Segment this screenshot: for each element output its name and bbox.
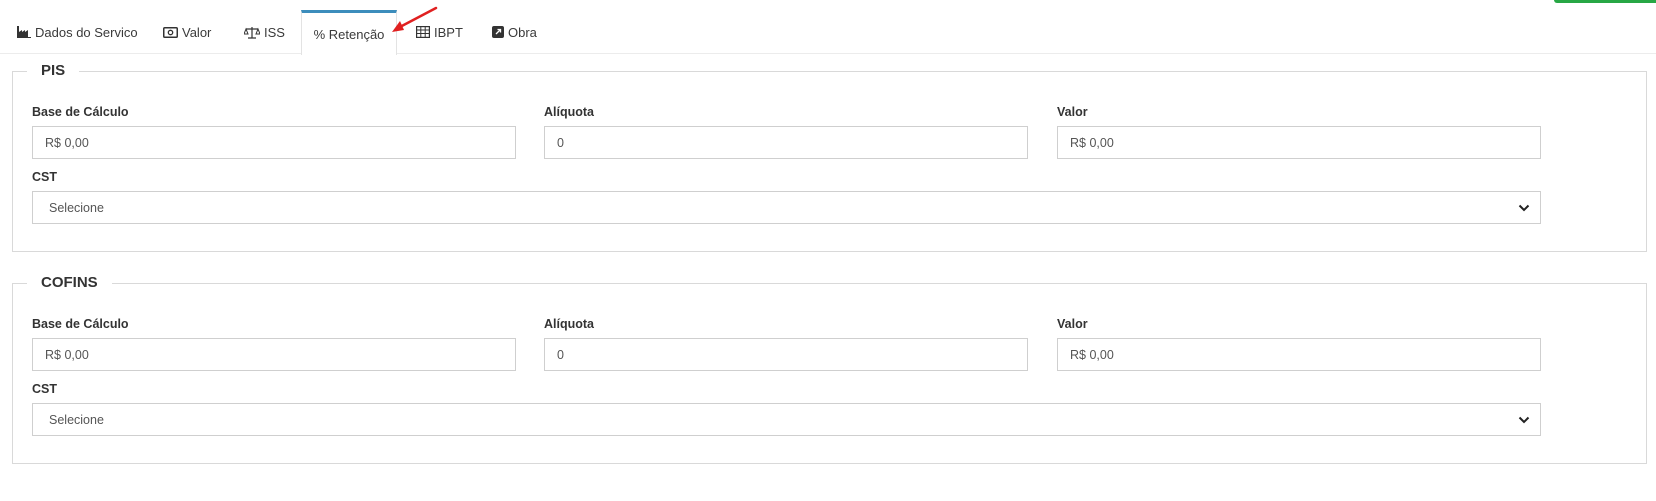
pis-cst-selected: Selecione — [49, 200, 104, 215]
scale-icon — [244, 26, 260, 39]
pis-base-input[interactable] — [32, 126, 516, 159]
external-link-icon — [492, 26, 504, 38]
pis-cst-label: CST — [32, 170, 57, 184]
cofins-legend: COFINS — [27, 273, 112, 293]
cofins-base-input[interactable] — [32, 338, 516, 371]
tab-ibpt[interactable]: IBPT — [416, 10, 463, 54]
pis-legend: PIS — [27, 61, 80, 81]
pis-valor-input[interactable] — [1057, 126, 1541, 159]
tab-dados-do-servico[interactable]: Dados do Servico — [17, 10, 138, 54]
pis-cst-select[interactable]: Selecione — [32, 191, 1541, 224]
cofins-valor-input[interactable] — [1057, 338, 1541, 371]
chevron-down-icon — [1518, 416, 1530, 424]
tab-label: ISS — [264, 24, 285, 40]
tab-retencao[interactable]: % Retenção — [301, 10, 397, 55]
pis-fieldset: PIS Base de Cálculo Alíquota Valor CST S… — [12, 61, 1647, 252]
tab-label: % Retenção — [313, 26, 385, 42]
cofins-aliquota-label: Alíquota — [544, 317, 594, 331]
pis-aliquota-label: Alíquota — [544, 105, 594, 119]
cofins-valor-label: Valor — [1057, 317, 1088, 331]
factory-icon — [17, 26, 31, 38]
pis-aliquota-input[interactable] — [544, 126, 1028, 159]
tab-label: Obra — [508, 24, 537, 40]
cofins-fieldset: COFINS Base de Cálculo Alíquota Valor CS… — [12, 273, 1647, 464]
cofins-cst-select[interactable]: Selecione — [32, 403, 1541, 436]
tab-label: Valor — [182, 24, 212, 40]
money-icon — [163, 26, 178, 38]
tab-iss[interactable]: ISS — [244, 10, 285, 54]
cofins-base-label: Base de Cálculo — [32, 317, 129, 331]
corner-button-edge[interactable] — [1554, 0, 1656, 3]
tab-label: Dados do Servico — [35, 24, 138, 40]
cofins-cst-selected: Selecione — [49, 412, 104, 427]
tab-bar: Dados do Servico Valor ISS % Retenção IB… — [0, 10, 1656, 55]
tab-label: IBPT — [434, 24, 463, 40]
chevron-down-icon — [1518, 204, 1530, 212]
cofins-cst-label: CST — [32, 382, 57, 396]
table-icon — [416, 26, 430, 38]
tab-valor[interactable]: Valor — [163, 10, 211, 54]
pis-valor-label: Valor — [1057, 105, 1088, 119]
pis-base-label: Base de Cálculo — [32, 105, 129, 119]
tab-obra[interactable]: Obra — [492, 10, 537, 54]
cofins-aliquota-input[interactable] — [544, 338, 1028, 371]
